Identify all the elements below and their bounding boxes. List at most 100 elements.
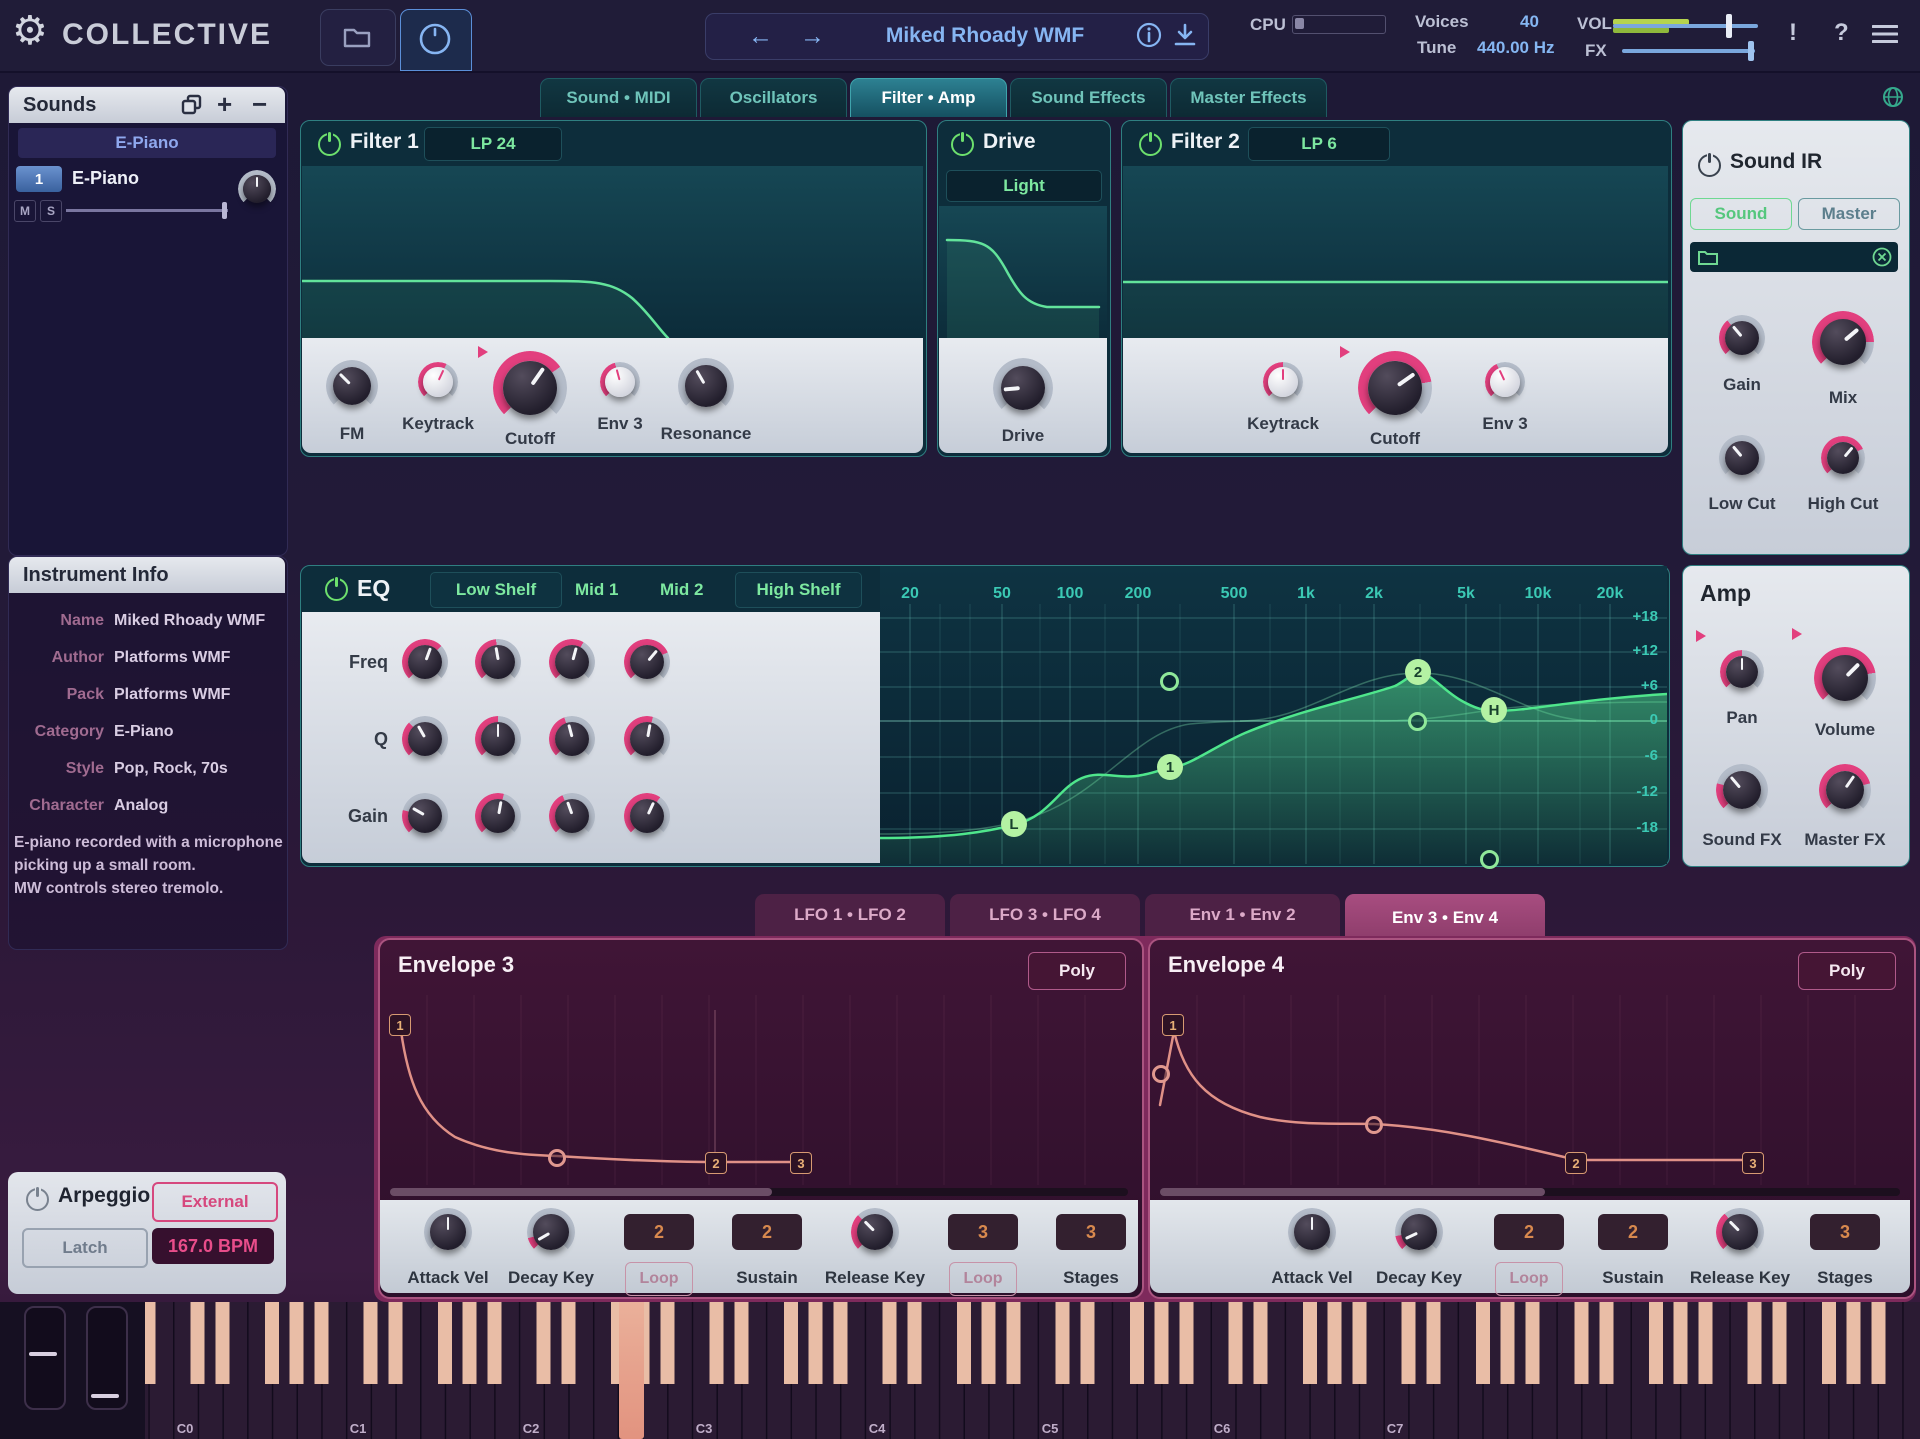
env3-loop1-value[interactable]: 2 xyxy=(624,1214,694,1250)
pitch-wheel[interactable] xyxy=(24,1306,66,1410)
filter1-power-icon[interactable] xyxy=(318,133,341,156)
eq-band-low-shelf[interactable]: Low Shelf xyxy=(430,572,562,608)
tab-sound-effects[interactable]: Sound Effects xyxy=(1010,78,1167,117)
tab-lfo-3-4[interactable]: LFO 3 • LFO 4 xyxy=(950,894,1140,936)
env3-attack-knob[interactable] xyxy=(424,1208,472,1256)
arpeggio-latch-button[interactable]: Latch xyxy=(22,1228,148,1268)
drive-mode-select[interactable]: Light xyxy=(946,170,1102,202)
filter1-env-knob[interactable] xyxy=(600,362,640,402)
voices-value[interactable]: 40 xyxy=(1520,12,1539,32)
browser-tab[interactable] xyxy=(320,9,396,66)
eq-handle-ring[interactable] xyxy=(1160,672,1179,691)
fx-slider-thumb[interactable] xyxy=(1748,41,1754,61)
env4-node-1[interactable]: 1 xyxy=(1162,1014,1184,1036)
env4-decay-knob[interactable] xyxy=(1395,1208,1443,1256)
eq-freq-knob-2[interactable] xyxy=(475,639,521,685)
solo-button[interactable]: S xyxy=(40,200,62,222)
clear-ir-icon[interactable] xyxy=(1872,247,1892,267)
env3-stages-value[interactable]: 3 xyxy=(1056,1214,1126,1250)
tab-master-effects[interactable]: Master Effects xyxy=(1170,78,1327,117)
eq-handle-ring[interactable] xyxy=(1408,712,1427,731)
env4-node-2[interactable]: 2 xyxy=(1565,1152,1587,1174)
volume-slider-thumb[interactable] xyxy=(1726,14,1732,38)
envelope3-graph[interactable] xyxy=(380,995,1138,1185)
env4-scrollbar-thumb[interactable] xyxy=(1160,1188,1545,1196)
fx-slider-track[interactable] xyxy=(1622,49,1755,53)
env3-release-knob[interactable] xyxy=(851,1208,899,1256)
add-sound-button[interactable]: + xyxy=(217,89,232,120)
env3-handle-ring[interactable] xyxy=(548,1149,566,1167)
eq-graph[interactable] xyxy=(880,566,1667,864)
filter1-graph[interactable] xyxy=(302,166,923,338)
volume-slider-track[interactable] xyxy=(1613,24,1758,28)
filter2-mode-select[interactable]: LP 6 xyxy=(1248,127,1390,161)
sound-fx-knob[interactable] xyxy=(1716,764,1768,816)
drive-graph[interactable] xyxy=(939,206,1107,338)
amp-volume-knob[interactable] xyxy=(1814,647,1876,709)
env3-loop1-button[interactable]: Loop xyxy=(625,1262,693,1296)
eq-power-icon[interactable] xyxy=(325,578,348,601)
env4-node-3[interactable]: 3 xyxy=(1742,1152,1764,1174)
menu-icon[interactable] xyxy=(1872,24,1898,44)
eq-q-knob-1[interactable] xyxy=(402,716,448,762)
fm-knob[interactable] xyxy=(326,360,378,412)
env3-node-3[interactable]: 3 xyxy=(790,1152,812,1174)
pressed-key[interactable] xyxy=(619,1302,644,1439)
sound-slot-name[interactable]: E-Piano xyxy=(72,168,139,189)
sound-group-selected[interactable]: E-Piano xyxy=(18,128,276,158)
duplicate-icon[interactable] xyxy=(180,93,204,117)
sound-ir-power-icon[interactable] xyxy=(1698,154,1721,177)
tab-oscillators[interactable]: Oscillators xyxy=(700,78,847,117)
tab-sound-midi[interactable]: Sound • MIDI xyxy=(540,78,697,117)
env4-handle-ring[interactable] xyxy=(1152,1065,1170,1083)
black-keys[interactable] xyxy=(145,1302,1920,1384)
eq-gain-knob-4[interactable] xyxy=(624,793,670,839)
pan-knob[interactable] xyxy=(1720,650,1764,694)
ir-mix-knob[interactable] xyxy=(1812,311,1874,373)
eq-q-knob-2[interactable] xyxy=(475,716,521,762)
sound-level-slider-track[interactable] xyxy=(66,209,228,212)
mod-wheel[interactable] xyxy=(86,1306,128,1410)
piano-keyboard[interactable]: C0 C1 C2 C3 C4 C5 C6 C7 xyxy=(145,1302,1920,1439)
tab-env-1-2[interactable]: Env 1 • Env 2 xyxy=(1145,894,1340,936)
envelope3-poly-button[interactable]: Poly xyxy=(1028,952,1126,990)
folder-icon[interactable] xyxy=(1698,249,1718,265)
ir-highcut-knob[interactable] xyxy=(1821,436,1865,480)
env3-node-1[interactable]: 1 xyxy=(389,1014,411,1036)
filter2-keytrack-knob[interactable] xyxy=(1263,362,1303,402)
tab-lfo-1-2[interactable]: LFO 1 • LFO 2 xyxy=(755,894,945,936)
filter2-cutoff-knob[interactable] xyxy=(1358,351,1432,425)
env3-decay-knob[interactable] xyxy=(527,1208,575,1256)
eq-freq-knob-3[interactable] xyxy=(549,639,595,685)
drive-power-icon[interactable] xyxy=(951,133,974,156)
env4-stages-value[interactable]: 3 xyxy=(1810,1214,1880,1250)
globe-icon[interactable] xyxy=(1882,86,1904,108)
drive-knob[interactable] xyxy=(993,358,1053,418)
mute-button[interactable]: M xyxy=(14,200,36,222)
sound-ir-file-bar[interactable] xyxy=(1690,242,1898,272)
remove-sound-button[interactable]: − xyxy=(252,89,267,120)
filter1-keytrack-knob[interactable] xyxy=(418,362,458,402)
preset-next-button[interactable]: → xyxy=(800,22,825,51)
eq-q-knob-4[interactable] xyxy=(624,716,670,762)
eq-gain-knob-1[interactable] xyxy=(402,793,448,839)
tune-value[interactable]: 440.00 Hz xyxy=(1477,38,1555,58)
env4-loop-button[interactable]: Loop xyxy=(1495,1262,1563,1296)
filter1-cutoff-knob[interactable] xyxy=(493,351,567,425)
eq-band-mid2[interactable]: Mid 2 xyxy=(660,580,703,600)
envelope4-graph[interactable] xyxy=(1150,995,1910,1185)
eq-node-low-shelf[interactable]: L xyxy=(1001,811,1027,837)
sound-ir-sound-button[interactable]: Sound xyxy=(1690,198,1792,230)
preset-name[interactable]: Miked Rhoady WMF xyxy=(855,24,1115,48)
alert-button[interactable]: ! xyxy=(1789,19,1797,47)
eq-node-mid1[interactable]: 1 xyxy=(1157,754,1183,780)
download-icon[interactable] xyxy=(1172,22,1198,48)
eq-node-mid2[interactable]: 2 xyxy=(1405,659,1431,685)
filter2-graph[interactable] xyxy=(1123,166,1668,338)
ir-gain-knob[interactable] xyxy=(1719,315,1765,361)
env4-loop-value[interactable]: 2 xyxy=(1494,1214,1564,1250)
tab-env-3-4[interactable]: Env 3 • Env 4 xyxy=(1345,894,1545,942)
filter2-env-knob[interactable] xyxy=(1485,362,1525,402)
filter2-power-icon[interactable] xyxy=(1139,133,1162,156)
env4-scrollbar-track[interactable] xyxy=(1160,1188,1900,1196)
